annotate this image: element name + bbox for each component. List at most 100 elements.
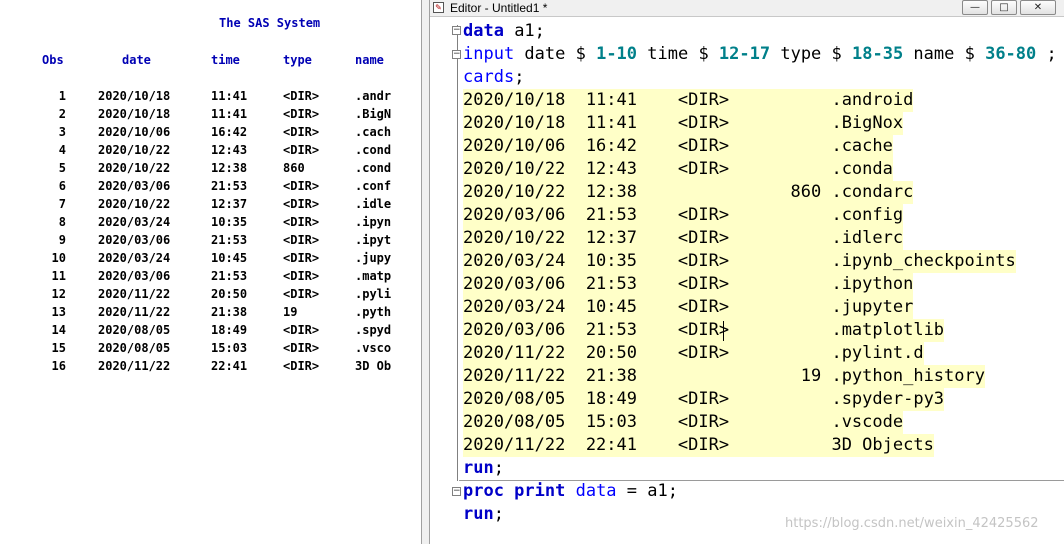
cell-obs: 1 [58,89,66,103]
cell-name: .idle [355,197,392,211]
cell-obs: 2 [58,107,66,121]
code-text: date $ [514,44,597,64]
editor-window[interactable]: ✎ Editor - Untitled1 * — □ ✕ − − − data … [430,0,1064,544]
table-row: 13 2020/11/22 21:38 19 .pyth [0,305,421,323]
close-button[interactable]: ✕ [1020,0,1056,15]
table-row: 6 2020/03/06 21:53 <DIR> .conf [0,179,421,197]
editor-gutter [430,17,449,544]
dataline: 2020/10/18 11:41 <DIR> .android [463,89,914,112]
cell-date: 2020/10/06 [98,125,171,139]
dataline: 2020/11/22 21:38 19 .python_history [463,365,985,388]
output-window: The SAS System Obs date time type name 1… [0,0,421,544]
cell-date: 2020/08/05 [98,341,171,355]
cell-date: 2020/03/06 [98,179,171,193]
cell-type: <DIR> [283,179,320,193]
cell-date: 2020/10/22 [98,197,171,211]
window-splitter[interactable] [421,0,430,544]
cell-obs: 15 [51,341,66,355]
fold-toggle-icon[interactable]: − [452,487,461,496]
table-row: 11 2020/03/06 21:53 <DIR> .matp [0,269,421,287]
cell-name: .ipyn [355,215,392,229]
cell-name: .jupy [355,251,392,265]
editor-title: Editor - Untitled1 * [450,1,548,15]
code-text: name $ [903,44,986,64]
cell-type: <DIR> [283,197,320,211]
code-text: ; [493,458,504,478]
cell-name: .pyli [355,287,392,301]
table-row: 1 2020/10/18 11:41 <DIR> .andr [0,89,421,107]
option-keyword: data [565,481,617,501]
table-row: 16 2020/11/22 22:41 <DIR> 3D Ob [0,359,421,377]
dataline: 2020/10/06 16:42 <DIR> .cache [463,135,893,158]
cell-obs: 6 [58,179,66,193]
cell-obs: 13 [51,305,66,319]
fold-toggle-icon[interactable]: − [452,50,461,59]
cell-date: 2020/10/22 [98,143,171,157]
dataline: 2020/03/24 10:35 <DIR> .ipynb_checkpoint… [463,250,1016,273]
dataline: 2020/03/06 21:53 <DIR> .matplotlib [463,319,945,342]
cell-name: .matp [355,269,392,283]
cell-type: <DIR> [283,341,320,355]
code-line-data: data a1; [463,20,545,43]
cell-type: <DIR> [283,89,320,103]
cell-time: 11:41 [211,107,248,121]
cell-name: .vsco [355,341,392,355]
table-row: 4 2020/10/22 12:43 <DIR> .cond [0,143,421,161]
cell-type: <DIR> [283,269,320,283]
dataline: 2020/08/05 15:03 <DIR> .vscode [463,411,904,434]
editor-titlebar[interactable]: ✎ Editor - Untitled1 * — □ ✕ [430,0,1064,17]
cell-obs: 16 [51,359,66,373]
cell-time: 21:53 [211,233,248,247]
column-range: 12-17 [718,44,771,64]
table-row: 12 2020/11/22 20:50 <DIR> .pyli [0,287,421,305]
cell-obs: 14 [51,323,66,337]
col-header-obs: Obs [42,53,64,67]
keyword: proc print [463,481,566,501]
cell-type: 860 [283,161,305,175]
code-text: time $ [637,44,719,64]
cell-type: <DIR> [283,215,320,229]
code-text: ; [493,504,504,524]
code-line-proc-print: proc print data = a1; [463,480,678,503]
cell-time: 12:37 [211,197,248,211]
table-row: 7 2020/10/22 12:37 <DIR> .idle [0,197,421,215]
cell-time: 21:53 [211,179,248,193]
dataline: 2020/11/22 22:41 <DIR> 3D Objects [463,434,934,457]
column-range: 1-10 [596,44,638,64]
dataline: 2020/03/06 21:53 <DIR> .config [463,204,904,227]
cell-time: 12:43 [211,143,248,157]
dataline: 2020/10/22 12:38 860 .condarc [463,181,914,204]
cell-time: 12:38 [211,161,248,175]
cell-name: .spyd [355,323,392,337]
dataline: 2020/03/06 21:53 <DIR> .ipython [463,273,914,296]
minimize-button[interactable]: — [962,0,988,15]
column-range: 36-80 [985,44,1037,64]
cell-obs: 12 [51,287,66,301]
dataline: 2020/10/18 11:41 <DIR> .BigNox [463,112,904,135]
cell-type: <DIR> [283,125,320,139]
fold-guide-line [457,25,458,481]
code-line-input: input date $ 1-10 time $ 12-17 type $ 18… [463,43,1057,66]
keyword: data [463,21,504,41]
cell-type: <DIR> [283,233,320,247]
cell-time: 21:53 [211,269,248,283]
maximize-button[interactable]: □ [991,0,1017,15]
dataline: 2020/08/05 18:49 <DIR> .spyder-py3 [463,388,945,411]
code-text: type $ [770,44,852,64]
cell-time: 11:41 [211,89,248,103]
fold-toggle-icon[interactable]: − [452,26,461,35]
cell-time: 15:03 [211,341,248,355]
dataline: 2020/10/22 12:37 <DIR> .idlerc [463,227,904,250]
cell-name: .pyth [355,305,392,319]
cell-type: 19 [283,305,298,319]
cell-date: 2020/03/24 [98,251,171,265]
cell-time: 18:49 [211,323,248,337]
table-row: 2 2020/10/18 11:41 <DIR> .BigN [0,107,421,125]
cell-type: <DIR> [283,107,320,121]
cell-time: 20:50 [211,287,248,301]
col-header-name: name [355,53,384,67]
cell-time: 22:41 [211,359,248,373]
text-cursor [723,321,724,341]
watermark: https://blog.csdn.net/weixin_42425562 [785,516,1039,531]
cell-obs: 9 [58,233,66,247]
